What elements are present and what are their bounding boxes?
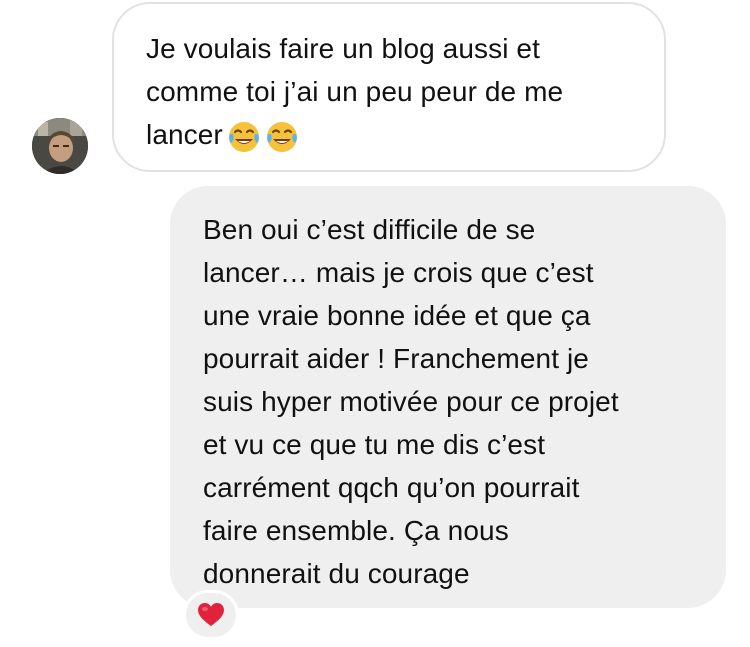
avatar[interactable]	[32, 118, 88, 174]
incoming-message-bubble[interactable]: Je voulais faire un blog aussi et comme …	[112, 2, 666, 172]
face-with-tears-of-joy-icon	[227, 120, 261, 154]
incoming-message-text: Je voulais faire un blog aussi et comme …	[146, 27, 634, 156]
reply-message-bubble[interactable]: Ben oui c’est difficile de se lancer… ma…	[170, 186, 726, 608]
message-thread: Je voulais faire un blog aussi et comme …	[0, 0, 750, 647]
reply-message-text: Ben oui c’est difficile de se lancer… ma…	[203, 214, 619, 589]
message-reaction[interactable]	[183, 590, 239, 640]
incoming-message-body: Je voulais faire un blog aussi et comme …	[146, 33, 564, 150]
face-with-tears-of-joy-icon	[265, 120, 299, 154]
red-heart-icon	[198, 603, 224, 626]
avatar-photo	[32, 118, 88, 174]
